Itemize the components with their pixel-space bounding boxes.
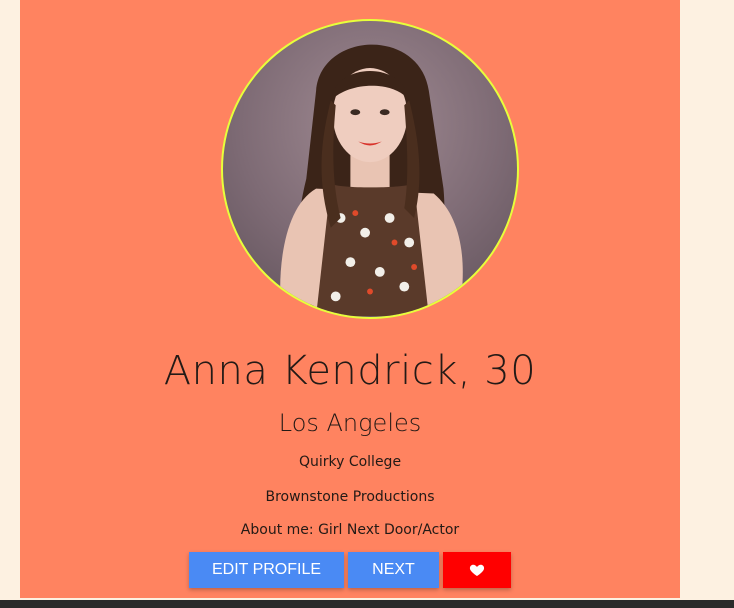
profile-photo [221, 19, 519, 319]
about-label: About me: [240, 522, 314, 538]
like-button[interactable] [443, 552, 511, 588]
edit-profile-button[interactable]: EDIT PROFILE [189, 552, 344, 588]
profile-city: Los Angeles [278, 409, 422, 437]
heart-icon [469, 564, 485, 576]
profile-company: Brownstone Productions [265, 489, 435, 505]
profile-about: About me: Girl Next Door/Actor [20, 522, 680, 538]
profile-card: Anna Kendrick, 30 Los Angeles Quirky Col… [20, 0, 680, 598]
profile-name-age: Anna Kendrick, 30 [163, 348, 537, 394]
profile-photo-illustration [280, 44, 463, 316]
bottom-strip [0, 600, 734, 608]
about-text: Girl Next Door/Actor [318, 522, 460, 538]
profile-college: Quirky College [298, 454, 402, 470]
next-button[interactable]: NEXT [348, 552, 439, 588]
